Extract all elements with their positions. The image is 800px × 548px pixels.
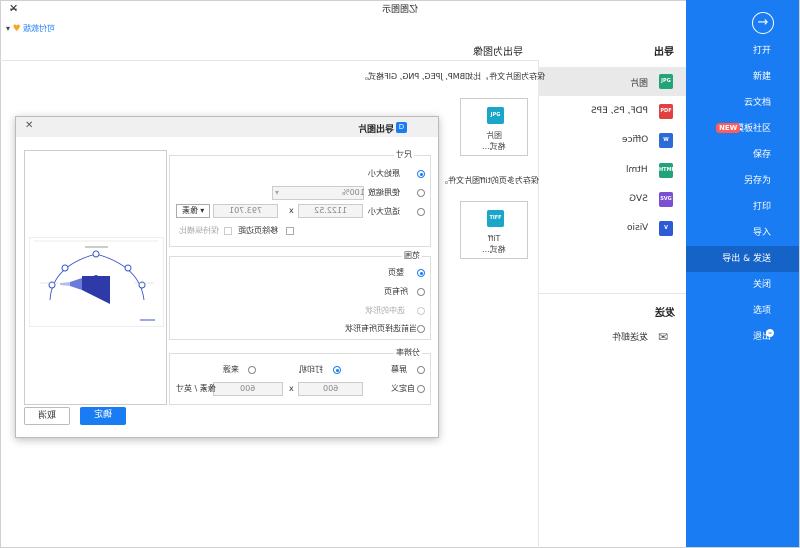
divider (0, 60, 538, 61)
format-label: Visio (626, 223, 648, 233)
format-label: SVG (629, 194, 648, 204)
zoom-value: 100% (342, 188, 365, 197)
jpg-format-card[interactable]: JPG 图片 格式... (460, 98, 528, 156)
selected-shapes-radio[interactable] (417, 307, 425, 315)
sidebar-item-new[interactable]: 新建 (686, 64, 799, 90)
jpg-icon: JPG (659, 74, 673, 89)
image-export-desc: 保存为图片文件，比如BMP, JPEG, PNG, GIF格式。 (360, 72, 546, 81)
printer-radio[interactable] (333, 366, 341, 374)
close-window-button[interactable]: ✕ (9, 3, 18, 15)
sidebar-item-label: 新建 (752, 72, 771, 82)
keep-ratio-checkbox[interactable] (224, 227, 232, 235)
paid-link-label: 可付款版 (23, 24, 56, 33)
preview-diagram (29, 237, 164, 327)
size-section-title: 尺寸 (394, 150, 414, 160)
divider (538, 293, 686, 294)
svg-icon: SVG (659, 192, 673, 207)
original-size-radio[interactable] (417, 170, 425, 178)
resolution-section-title: 分辨率 (394, 348, 422, 358)
sidebar-item-label: 打开 (752, 46, 771, 56)
ok-button[interactable]: 确定 (80, 407, 126, 425)
sidebar-item-label: 保存 (752, 150, 771, 160)
app-logo-icon: D (396, 122, 407, 133)
sidebar-item-export-send[interactable]: 导出 & 发送 (686, 246, 799, 272)
mail-icon: ✉ (658, 330, 669, 344)
tiff-export-desc: 保存为多页的tiff图片文件。 (440, 176, 539, 185)
whole-page-radio[interactable] (417, 269, 425, 277)
sidebar-item-import[interactable]: 导入 (686, 220, 799, 246)
sidebar-item-label: 云文档 (743, 98, 771, 108)
sidebar-item-label: 关闭 (752, 280, 771, 290)
dialog-close-button[interactable]: ✕ (25, 120, 33, 131)
send-header: 发送 (655, 308, 675, 319)
format-item-svg[interactable]: SVG SVG (538, 185, 686, 214)
preview-diagram-svg (34, 240, 158, 321)
sidebar-item-options[interactable]: 选项 (686, 298, 799, 324)
sidebar-item-close[interactable]: 关闭 (686, 272, 799, 298)
html-icon: HTML (659, 163, 675, 178)
dpi-y-input[interactable]: 600 (213, 382, 283, 396)
unit-select[interactable]: 像素 ▾ (176, 204, 210, 218)
source-radio[interactable] (248, 366, 256, 374)
window-title: 亿图图示 (381, 5, 418, 15)
image-export-title: 导出为图像 (473, 47, 523, 58)
new-badge: NEW (716, 123, 741, 133)
gem-icon: ♥ (12, 24, 21, 34)
sidebar-item-save-as[interactable]: 另存为 (686, 168, 799, 194)
height-input[interactable]: 793.701 (213, 204, 278, 218)
chevron-down-icon[interactable]: ▾ (6, 24, 10, 33)
chevron-down-icon: ▾ (275, 188, 280, 197)
format-item-html[interactable]: HTML Html (538, 156, 686, 185)
format-item-jpg[interactable]: JPG 图片 (538, 67, 686, 96)
screen-radio[interactable] (417, 366, 425, 374)
current-page-shapes-radio[interactable] (417, 325, 425, 333)
range-section-title: 范围 (402, 251, 422, 261)
export-image-dialog: D 导出图片 ✕ 尺寸 原始大小 使用缩放 ▾ 100% 适应大小 1122.5… (15, 116, 439, 438)
format-item-visio[interactable]: V Visio (538, 214, 686, 243)
send-email-item[interactable]: ✉ 发送邮件 (538, 324, 686, 350)
sidebar-item-open[interactable]: 打开 (686, 38, 799, 64)
format-label: 图片 (629, 79, 648, 89)
use-zoom-radio[interactable] (417, 189, 425, 197)
sidebar-item-label: 打印 (752, 202, 771, 212)
format-item-pdf[interactable]: PDF PDF, PS, EPS (538, 97, 686, 126)
pdf-icon: PDF (659, 104, 673, 119)
width-input[interactable]: 1122.52 (298, 204, 363, 218)
sidebar-item-label: 模板社区 (734, 124, 771, 134)
tiff-icon: TIFF (487, 210, 504, 227)
all-pages-radio[interactable] (417, 288, 425, 296)
preview-pane (24, 150, 167, 405)
sidebar-item-cloud[interactable]: 云文档 (686, 90, 799, 116)
format-label: PDF, PS, EPS (591, 106, 648, 116)
format-item-word[interactable]: W Office (538, 126, 686, 155)
title-bar: 亿图图示 (0, 0, 800, 22)
format-label: Office (621, 135, 648, 145)
dialog-title: 导出图片 (358, 125, 395, 135)
export-header: 导出 (654, 47, 674, 58)
sidebar-item-exit[interactable]: 退出 (686, 324, 799, 350)
resolution-group (169, 353, 431, 405)
visio-icon: V (659, 221, 673, 236)
jpg-icon: JPG (487, 107, 504, 124)
dpi-x-input[interactable]: 600 (298, 382, 363, 396)
custom-radio[interactable] (417, 385, 425, 393)
sidebar-item-template[interactable]: 模板社区 (686, 116, 799, 142)
remove-margin-checkbox[interactable] (286, 227, 294, 235)
exit-icon: – (766, 328, 774, 337)
sidebar-item-label: 导出 & 发送 (722, 254, 771, 264)
format-label: Html (626, 165, 648, 175)
paid-version-link[interactable]: ▾ ♥ 可付款版 (6, 23, 55, 34)
tiff-format-card[interactable]: TIFF Tiff 格式... (460, 201, 528, 259)
sidebar-item-label: 选项 (752, 306, 771, 316)
back-arrow-icon[interactable]: → (752, 12, 774, 34)
word-icon: W (659, 133, 673, 148)
sidebar-item-save[interactable]: 保存 (686, 142, 799, 168)
fit-size-radio[interactable] (417, 208, 425, 216)
cancel-button[interactable]: 取消 (24, 407, 70, 425)
sidebar-item-label: 导入 (752, 228, 771, 238)
sidebar-item-label: 另存为 (743, 176, 771, 186)
sidebar-item-print[interactable]: 打印 (686, 194, 799, 220)
